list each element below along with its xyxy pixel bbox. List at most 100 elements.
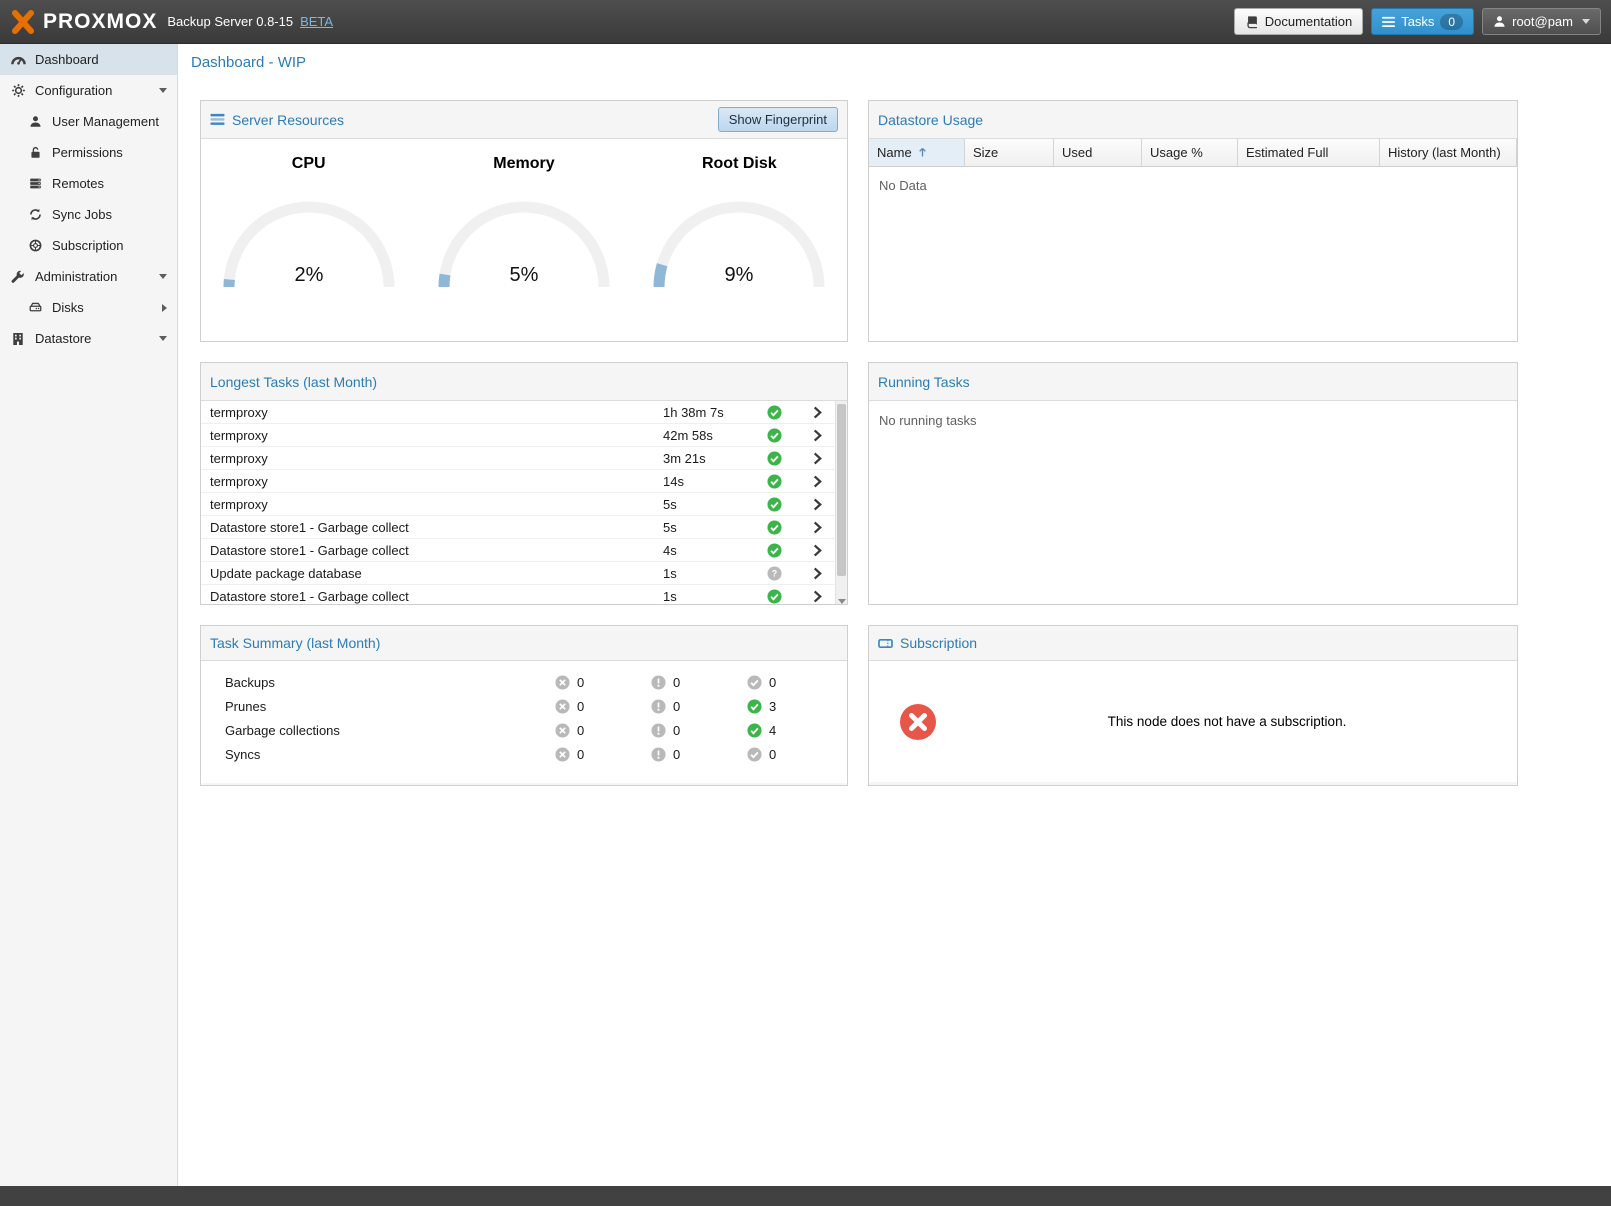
caret-down-icon[interactable] xyxy=(159,274,167,279)
sidebar-item-configuration[interactable]: Configuration xyxy=(0,75,177,106)
sidebar-item-administration[interactable]: Administration xyxy=(0,261,177,292)
column-header-name[interactable]: Name xyxy=(869,139,965,166)
task-open-action[interactable] xyxy=(799,452,835,465)
sidebar-item-label: Permissions xyxy=(52,145,123,160)
beta-link[interactable]: BETA xyxy=(300,14,333,29)
caret-down-icon[interactable] xyxy=(159,336,167,341)
task-open-action[interactable] xyxy=(799,590,835,603)
status-ok-icon xyxy=(767,474,782,489)
summary-warnings: 0 xyxy=(651,747,747,762)
summary-label: Syncs xyxy=(225,747,555,762)
gauge-cpu: CPU2% xyxy=(209,155,409,342)
column-header-history-last-month[interactable]: History (last Month) xyxy=(1380,139,1517,166)
sidebar-item-dashboard[interactable]: Dashboard xyxy=(0,44,177,75)
show-fingerprint-button[interactable]: Show Fingerprint xyxy=(718,107,838,132)
status-ok-icon xyxy=(767,428,782,443)
scrollbar-thumb[interactable] xyxy=(837,404,846,576)
task-row[interactable]: Datastore store1 - Garbage collect4s xyxy=(201,539,835,562)
column-label: Used xyxy=(1062,145,1092,160)
column-label: Estimated Full xyxy=(1246,145,1328,160)
chevron-right-icon xyxy=(811,544,823,557)
summary-warnings: 0 xyxy=(651,723,747,738)
proxmox-logo: PROXMOX xyxy=(10,9,157,35)
chevron-right-icon xyxy=(811,475,823,488)
task-row[interactable]: termproxy1h 38m 7s xyxy=(201,401,835,424)
sidebar-item-remotes[interactable]: Remotes xyxy=(0,168,177,199)
list-icon xyxy=(1382,16,1395,28)
documentation-button[interactable]: Documentation xyxy=(1234,8,1363,35)
wrench-icon xyxy=(10,270,26,284)
scrollbar[interactable] xyxy=(835,401,847,605)
chevron-right-icon xyxy=(811,498,823,511)
user-menu-button[interactable]: root@pam xyxy=(1482,8,1601,35)
longest-tasks-header: Longest Tasks (last Month) xyxy=(201,363,847,400)
column-header-size[interactable]: Size xyxy=(965,139,1054,166)
sidebar-item-label: Dashboard xyxy=(35,52,99,67)
task-row[interactable]: Datastore store1 - Garbage collect1s xyxy=(201,585,835,605)
gauge-label: Memory xyxy=(424,155,624,173)
server-resources-panel: Server Resources Show Fingerprint CPU2%M… xyxy=(200,100,848,342)
task-open-action[interactable] xyxy=(799,498,835,511)
task-row[interactable]: termproxy42m 58s xyxy=(201,424,835,447)
tasks-button[interactable]: Tasks 0 xyxy=(1371,8,1474,35)
task-name: Update package database xyxy=(201,566,663,581)
chevron-right-icon xyxy=(811,590,823,603)
lock-icon xyxy=(27,146,43,159)
task-open-action[interactable] xyxy=(799,544,835,557)
task-name: termproxy xyxy=(201,405,663,420)
gauge-arc: 5% xyxy=(429,189,619,293)
task-open-action[interactable] xyxy=(799,429,835,442)
chevron-right-icon xyxy=(811,406,823,419)
sidebar-item-sync-jobs[interactable]: Sync Jobs xyxy=(0,199,177,230)
ok-count: 0 xyxy=(769,747,776,762)
task-row[interactable]: termproxy5s xyxy=(201,493,835,516)
summary-label: Garbage collections xyxy=(225,723,555,738)
task-row[interactable]: Datastore store1 - Garbage collect5s xyxy=(201,516,835,539)
book-icon xyxy=(1245,15,1259,29)
summary-ok: 3 xyxy=(747,699,843,714)
task-open-action[interactable] xyxy=(799,567,835,580)
errors-icon xyxy=(555,675,570,690)
column-header-used[interactable]: Used xyxy=(1054,139,1142,166)
longest-tasks-panel: Longest Tasks (last Month) termproxy1h 3… xyxy=(200,362,848,605)
sidebar-item-permissions[interactable]: Permissions xyxy=(0,137,177,168)
caret-right-icon[interactable] xyxy=(162,304,167,312)
gauge-arc: 9% xyxy=(644,189,834,293)
task-name: termproxy xyxy=(201,497,663,512)
status-ok-icon xyxy=(767,451,782,466)
summary-row: Syncs000 xyxy=(201,742,847,766)
sidebar-item-disks[interactable]: Disks xyxy=(0,292,177,323)
main-content: Dashboard - WIP Server Resources Show Fi… xyxy=(179,44,1611,1186)
warnings-count: 0 xyxy=(673,675,680,690)
product-version: Backup Server 0.8-15 xyxy=(167,14,293,29)
task-row[interactable]: termproxy14s xyxy=(201,470,835,493)
ok-count: 0 xyxy=(769,675,776,690)
column-header-usage[interactable]: Usage % xyxy=(1142,139,1238,166)
task-status xyxy=(767,474,799,489)
sidebar: Dashboard Configuration User Management … xyxy=(0,44,178,1186)
tasks-label: Tasks xyxy=(1401,14,1434,29)
task-status xyxy=(767,428,799,443)
task-open-action[interactable] xyxy=(799,521,835,534)
task-row[interactable]: Update package database1s? xyxy=(201,562,835,585)
sidebar-item-subscription[interactable]: Subscription xyxy=(0,230,177,261)
sort-ascending-icon xyxy=(918,147,927,158)
task-row[interactable]: termproxy3m 21s xyxy=(201,447,835,470)
status-unknown-icon: ? xyxy=(767,566,782,581)
subscription-header: Subscription xyxy=(869,626,1517,660)
warnings-count: 0 xyxy=(673,747,680,762)
task-open-action[interactable] xyxy=(799,475,835,488)
warnings-count: 0 xyxy=(673,723,680,738)
task-status xyxy=(767,543,799,558)
column-label: Size xyxy=(973,145,998,160)
column-header-estimated-full[interactable]: Estimated Full xyxy=(1238,139,1380,166)
task-open-action[interactable] xyxy=(799,406,835,419)
sidebar-item-datastore[interactable]: Datastore xyxy=(0,323,177,354)
task-summary-header: Task Summary (last Month) xyxy=(201,626,847,660)
sidebar-item-label: Administration xyxy=(35,269,117,284)
errors-icon xyxy=(555,747,570,762)
sidebar-item-user-management[interactable]: User Management xyxy=(0,106,177,137)
scrollbar-down-arrow[interactable] xyxy=(838,599,846,604)
subscription-message: This node does not have a subscription. xyxy=(937,714,1517,729)
caret-down-icon[interactable] xyxy=(159,88,167,93)
